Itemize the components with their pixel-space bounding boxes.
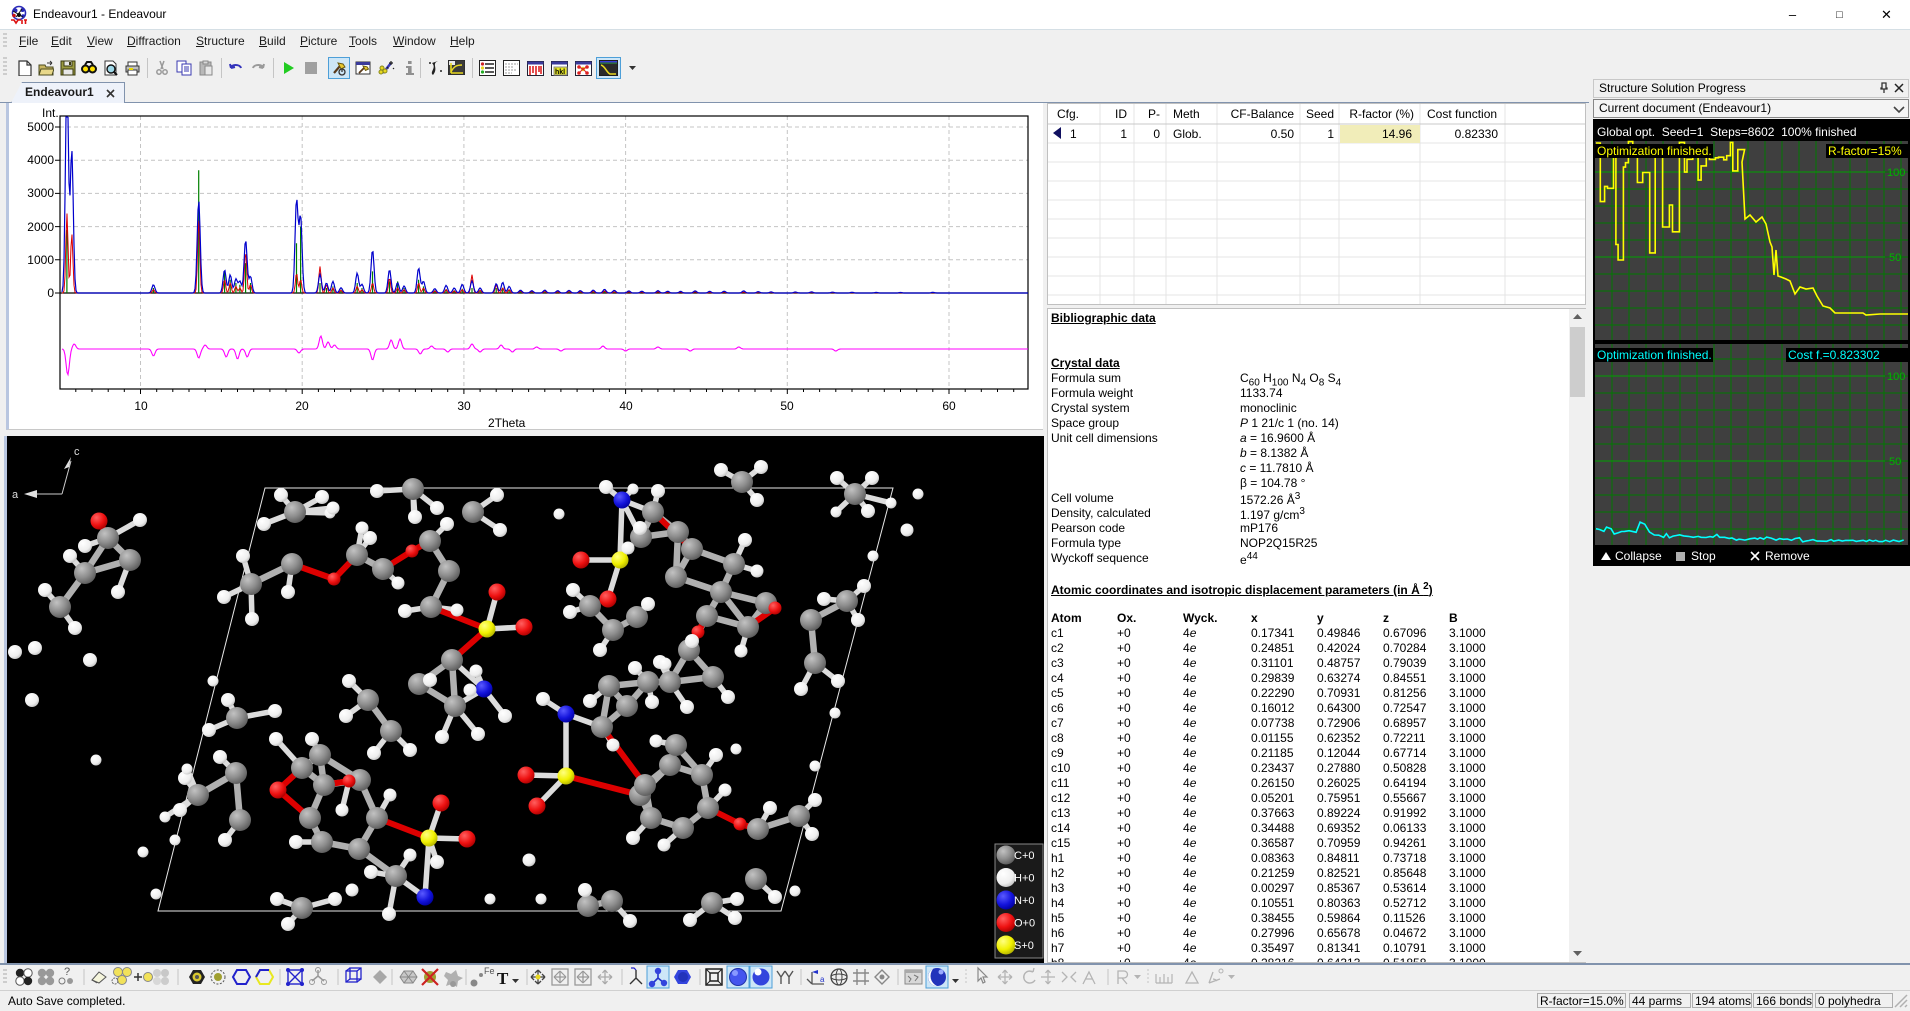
svg-text:a: a (820, 975, 825, 984)
svg-text:?: ? (64, 966, 70, 978)
svg-text:Fe: Fe (484, 966, 495, 976)
svg-text:T: T (497, 969, 509, 988)
